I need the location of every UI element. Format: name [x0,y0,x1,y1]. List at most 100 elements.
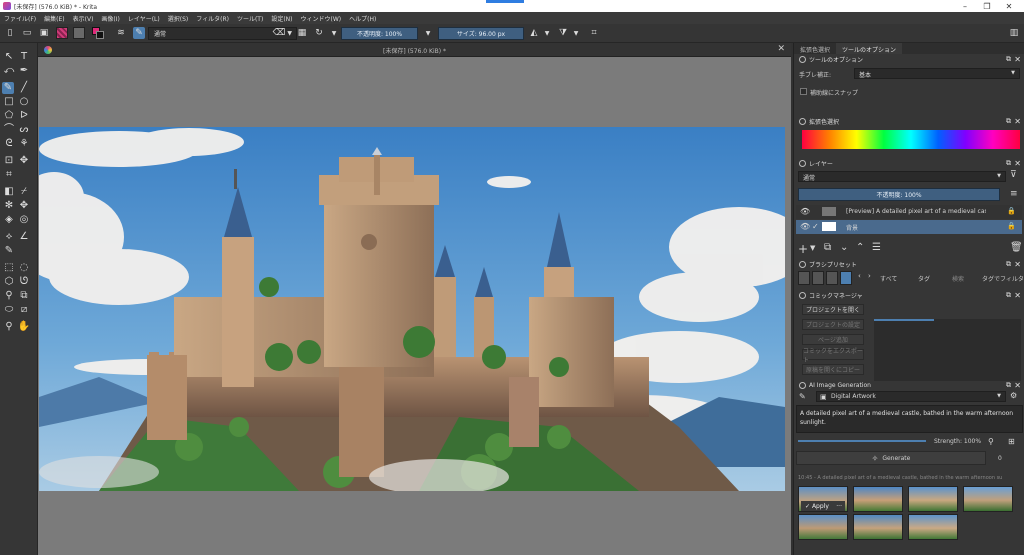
search-field[interactable]: 検索 [952,274,964,283]
brush-settings-icon[interactable]: ≋ [115,27,127,39]
float-icon[interactable]: ⧉ [1006,159,1011,168]
zoom-tool-icon[interactable]: ⚲ [3,321,15,333]
pattern-swatch-icon[interactable] [73,27,85,39]
reference-images-icon[interactable]: ✎ [3,245,15,257]
bezier-tool-icon[interactable]: ⌒ [3,124,15,136]
move-tool-icon[interactable]: ✥ [18,155,30,167]
mirror-vertical-icon[interactable]: ⧩ [557,27,569,39]
delete-layer-icon[interactable]: 🗑 [1010,242,1023,253]
chevron-down-icon[interactable]: ▼ [422,27,434,39]
gradient-tool-icon[interactable]: ◧ [3,186,15,198]
history-thumbnail[interactable] [853,486,903,512]
add-control-icon[interactable]: ⊞ [1008,437,1015,446]
menu-image[interactable]: 画像(I) [101,14,119,23]
tag-filter-label[interactable]: タグでフィルタ [982,274,1024,283]
lock-icon[interactable] [799,56,806,63]
color-picker-icon[interactable]: ⌿ [18,186,30,198]
multibrush-icon[interactable]: ⚘ [18,138,30,150]
brush-preset-thumb[interactable] [812,271,824,285]
close-document-icon[interactable]: ✕ [777,44,785,54]
control-layers-icon[interactable]: ⚲ [988,437,994,446]
apply-button[interactable]: ✓ Apply [801,501,833,511]
close-icon[interactable]: ✕ [1014,117,1021,126]
visibility-icon[interactable]: 👁 [800,207,810,216]
history-thumbnail[interactable] [853,514,903,540]
tag-filter-select[interactable]: すべて [880,274,897,283]
layer-blend-select[interactable]: 通常 ▼ [798,171,1006,182]
ellipse-tool-icon[interactable]: ○ [18,96,30,108]
strength-slider[interactable] [798,440,926,442]
layer-row-background[interactable]: 👁 ✓ 背景 🔒 [796,220,1022,234]
menu-filter[interactable]: フィルタ(R) [196,14,229,23]
close-window-button[interactable]: ✕ [994,0,1024,12]
measure-tool-icon[interactable]: ∠ [18,231,30,243]
save-icon[interactable]: ▣ [38,27,50,39]
prompt-textarea[interactable]: A detailed pixel art of a medieval castl… [796,405,1023,433]
smart-patch-icon[interactable]: ✥ [18,200,30,212]
generate-button[interactable]: ✧ Generate [796,451,986,465]
contiguous-select-icon[interactable]: ⚲ [3,290,15,302]
history-thumbnail[interactable]: ✓ Apply ... [798,486,848,512]
snap-checkbox[interactable] [800,88,807,95]
history-thumbnail[interactable] [908,486,958,512]
menu-tools[interactable]: ツール(T) [237,14,263,23]
line-tool-icon[interactable]: ╱ [18,82,30,94]
brush-preset-thumb[interactable] [798,271,810,285]
chevron-right-icon[interactable]: › [868,272,871,280]
lock-icon[interactable] [799,292,806,299]
layer-opacity-slider[interactable]: 不透明度: 100% [798,188,1000,201]
seed-value[interactable]: 0 [998,455,1002,462]
layer-row-preview[interactable]: 👁 [Preview] A detailed pixel art of a me… [796,205,1022,219]
close-icon[interactable]: ✕ [1014,260,1021,269]
chevron-down-icon[interactable]: ▼ [810,244,815,252]
menu-view[interactable]: 表示(V) [73,14,94,23]
hue-bar[interactable] [802,130,1020,149]
more-button[interactable]: ... [833,501,845,511]
mirror-horizontal-icon[interactable]: ◭ [528,27,540,39]
float-icon[interactable]: ⧉ [1006,117,1011,126]
lock-layer-icon[interactable]: 🔒 [1007,222,1016,230]
crop-icon[interactable]: ⌗ [588,27,600,39]
menu-edit[interactable]: 編集(E) [44,14,64,23]
text-tool-icon[interactable]: T [18,51,30,63]
dock-tab-color-selector[interactable]: 拡張色選択 [794,43,836,54]
menu-settings[interactable]: 設定(N) [271,14,292,23]
settings-gear-icon[interactable]: ⚙ [1010,391,1017,400]
crop-tool-icon[interactable]: ⌗ [3,169,15,181]
workspace-select[interactable]: ▣ Digital Artwork ▼ [816,391,1006,402]
visibility-icon[interactable]: 👁 [800,222,810,231]
chevron-down-icon[interactable]: ▼ [328,27,340,39]
float-icon[interactable]: ⧉ [1006,291,1011,300]
move-down-icon[interactable]: ⌄ [840,242,848,253]
brush-preset-thumb-selected[interactable] [840,271,852,285]
workspace-switcher-icon[interactable]: ▥ [1008,27,1020,39]
dynamic-brush-icon[interactable]: ᘓ [3,138,15,150]
calligraphy-icon[interactable]: ✒ [18,65,30,77]
ai-mode-icon[interactable]: ✎ [799,392,806,401]
polygon-select-icon[interactable]: ⬡ [3,276,15,288]
brush-preset-icon[interactable]: ✎ [133,27,145,39]
reload-preset-icon[interactable]: ↻ [313,27,325,39]
history-thumbnail[interactable] [963,486,1013,512]
edit-shapes-icon[interactable]: ⤺ [3,65,15,77]
comic-pages-list[interactable] [874,319,1021,381]
menu-file[interactable]: ファイル(F) [4,14,36,23]
open-document-icon[interactable]: ▭ [21,27,33,39]
freehand-brush-icon[interactable]: ✎ [2,82,14,94]
freehand-select-icon[interactable]: ᘎ [18,276,30,288]
lock-icon[interactable] [799,261,806,268]
polygon-tool-icon[interactable]: ⬠ [3,110,15,122]
float-icon[interactable]: ⧉ [1006,260,1011,269]
fill-tool-icon[interactable]: ◈ [3,214,15,226]
eraser-icon[interactable]: ⌫ [273,27,286,39]
fg-bg-color-icon[interactable] [92,27,104,39]
lock-icon[interactable] [799,118,806,125]
menu-layer[interactable]: レイヤー(L) [128,14,160,23]
lock-icon[interactable] [799,382,806,389]
menu-select[interactable]: 選択(S) [168,14,189,23]
opacity-slider[interactable]: 不透明度: 100% [341,27,418,40]
rect-select-icon[interactable]: ⬚ [3,262,15,274]
brush-preset-thumb[interactable] [826,271,838,285]
menu-icon[interactable]: ≡ [1010,189,1018,199]
close-icon[interactable]: ✕ [1014,291,1021,300]
